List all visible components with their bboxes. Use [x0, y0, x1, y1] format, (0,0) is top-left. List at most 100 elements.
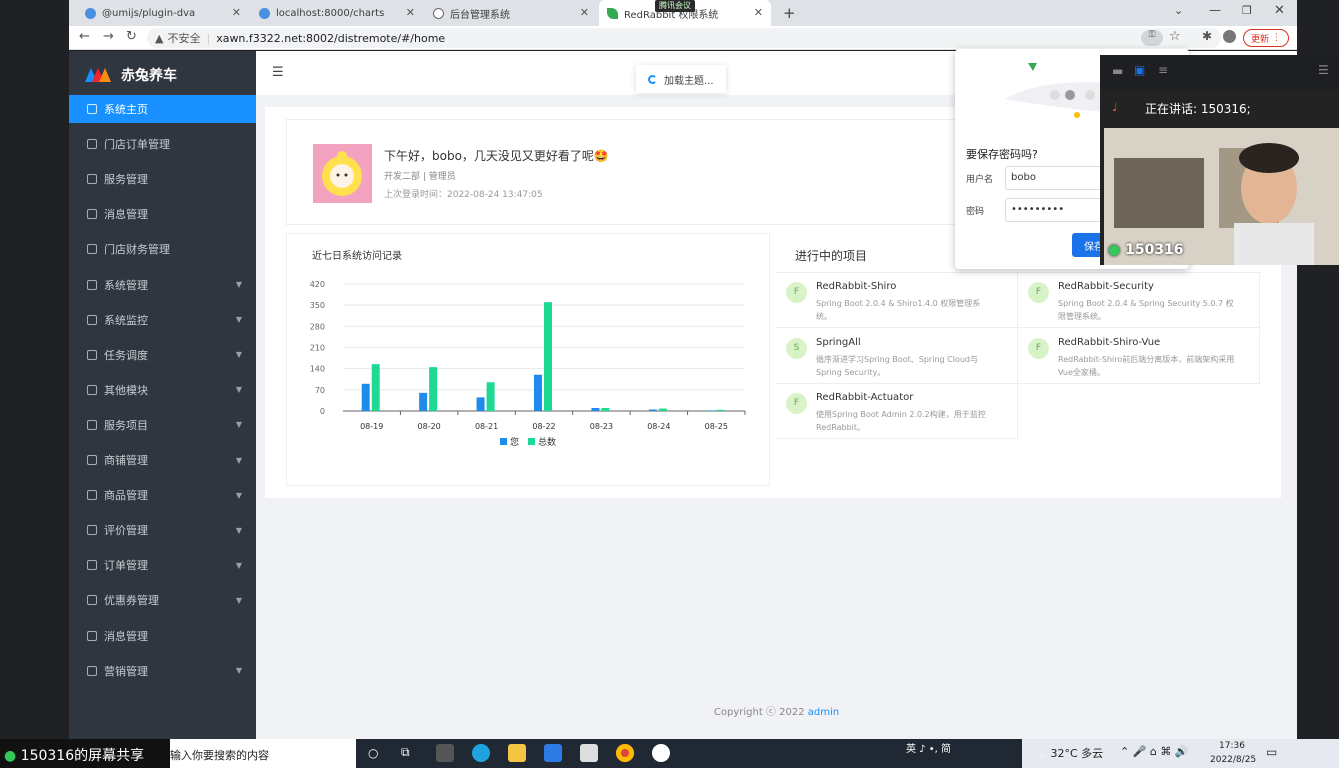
- project-name[interactable]: RedRabbit-Shiro: [816, 281, 896, 292]
- key-icon[interactable]: ⚿: [1141, 30, 1163, 46]
- project-item[interactable]: F RedRabbit-Security Spring Boot 2.0.4 & S…: [1018, 273, 1260, 328]
- minimize-icon[interactable]: ▬: [1112, 64, 1123, 78]
- project-item[interactable]: F RedRabbit-Actuator 使用Spring Boot Admin 2…: [776, 384, 1018, 439]
- close-tab-icon[interactable]: ✕: [580, 6, 589, 19]
- clock-date[interactable]: 2022/8/25: [1210, 755, 1256, 765]
- sidebar-item[interactable]: 其他模块 ▼: [69, 376, 256, 404]
- security-label[interactable]: 不安全: [167, 30, 200, 46]
- taskbar-search-input[interactable]: 输入你要搜索的内容: [170, 739, 356, 768]
- project-name[interactable]: SpringAll: [816, 337, 861, 348]
- sidebar-item[interactable]: 评价管理 ▼: [69, 516, 256, 544]
- project-item[interactable]: F RedRabbit-Shiro-Vue RedRabbit-Shiro前后端分离…: [1018, 328, 1260, 384]
- browser-tab[interactable]: 后台管理系统 ✕: [425, 0, 597, 26]
- clock-time[interactable]: 17:36: [1219, 741, 1245, 751]
- sidebar-item[interactable]: 优惠券管理 ▼: [69, 586, 256, 614]
- close-window-icon[interactable]: ✕: [1274, 3, 1285, 18]
- avatar-image: [322, 151, 362, 196]
- tab-favicon-icon: [259, 7, 270, 19]
- link-app-icon[interactable]: [652, 744, 670, 762]
- sidebar-item[interactable]: 服务项目 ▼: [69, 411, 256, 439]
- restore-icon[interactable]: ❐: [1242, 4, 1252, 17]
- sidebar-item[interactable]: 订单管理 ▼: [69, 551, 256, 579]
- task-view-icon[interactable]: ⧉: [401, 745, 410, 760]
- close-tab-icon[interactable]: ✕: [232, 6, 241, 19]
- project-name[interactable]: RedRabbit-Shiro-Vue: [1058, 337, 1160, 348]
- app-logo[interactable]: 赤兔养车: [85, 65, 177, 85]
- project-item[interactable]: F RedRabbit-Shiro Spring Boot 2.0.4 & Shir…: [776, 273, 1018, 328]
- chevron-down-icon: ▼: [235, 315, 242, 325]
- extensions-icon[interactable]: ✱: [1202, 29, 1212, 43]
- browser-tab[interactable]: @umijs/plugin-dva ✕: [77, 0, 249, 26]
- mic-icon: ●: [4, 748, 17, 764]
- profile-avatar-icon[interactable]: [1223, 30, 1236, 43]
- y-tick-label: 70: [315, 386, 325, 395]
- sidebar-item[interactable]: 系统管理 ▼: [69, 271, 256, 299]
- weather[interactable]: ☁ 32°C 多云: [1036, 745, 1103, 761]
- x-tick-label: 08-25: [705, 422, 728, 431]
- close-tab-icon[interactable]: ✕: [406, 6, 415, 19]
- sidebar-item[interactable]: 商铺管理 ▼: [69, 446, 256, 474]
- bar: [429, 367, 438, 411]
- copyright-link[interactable]: admin: [808, 707, 839, 718]
- app-icon[interactable]: [436, 744, 454, 762]
- tab-search-icon[interactable]: ⌄: [1174, 4, 1183, 17]
- forward-icon[interactable]: →: [103, 29, 114, 44]
- reload-icon[interactable]: ↻: [126, 29, 137, 44]
- notes-icon[interactable]: [580, 744, 598, 762]
- minimize-icon[interactable]: —: [1209, 3, 1221, 17]
- participant-video[interactable]: ● 150316: [1104, 128, 1339, 265]
- sidebar-item-label: 系统主页: [104, 103, 148, 116]
- project-name[interactable]: RedRabbit-Actuator: [816, 392, 913, 403]
- sidebar-item[interactable]: 门店财务管理: [69, 235, 256, 263]
- edge-icon[interactable]: [472, 744, 490, 762]
- project-desc: 循序渐进学习Spring Boot、Spring Cloud与Spring Se…: [816, 354, 978, 377]
- avatar[interactable]: [313, 144, 372, 203]
- ime-indicator[interactable]: 英 ♪ •, 简: [906, 740, 951, 755]
- sidebar-item[interactable]: 系统监控 ▼: [69, 306, 256, 334]
- project-desc: Spring Boot 2.0.4 & Spring Security 5.0.…: [1058, 299, 1234, 321]
- copyright-text: Copyright ⓒ 2022: [713, 707, 808, 718]
- close-tab-icon[interactable]: ✕: [754, 6, 763, 19]
- menu-item-icon: [87, 244, 97, 255]
- sidebar-item[interactable]: 消息管理: [69, 622, 256, 650]
- project-desc: RedRabbit-Shiro前后端分离版本，前端架构采用Vue全家桶。: [1058, 354, 1235, 377]
- update-button[interactable]: 更新 ⋮: [1243, 29, 1289, 47]
- sidebar-item[interactable]: 系统主页: [69, 95, 256, 123]
- chrome-icon[interactable]: [616, 744, 634, 762]
- notification-icon[interactable]: ▭: [1266, 745, 1277, 759]
- sidebar-item[interactable]: 门店订单管理: [69, 130, 256, 158]
- sidebar-item[interactable]: 商品管理 ▼: [69, 481, 256, 509]
- chevron-down-icon: ▼: [235, 350, 242, 360]
- new-tab-icon[interactable]: +: [783, 4, 796, 22]
- project-name[interactable]: RedRabbit-Security: [1058, 281, 1154, 292]
- back-icon[interactable]: ←: [79, 29, 90, 44]
- bar: [476, 397, 485, 411]
- tray-icons[interactable]: ⌃ 🎤 ⌂ ⌘ 🔊: [1120, 745, 1189, 758]
- collapse-menu-icon[interactable]: ☰: [272, 65, 284, 80]
- tencent-meeting-tag: 腾讯会议: [655, 0, 695, 12]
- list-icon[interactable]: ≡: [1158, 63, 1168, 77]
- photos-icon[interactable]: [544, 744, 562, 762]
- folder-icon[interactable]: [508, 744, 526, 762]
- browser-tab[interactable]: localhost:8000/charts ✕: [251, 0, 423, 26]
- footer: Copyright ⓒ 2022 admin: [256, 703, 1297, 718]
- sidebar-item[interactable]: 任务调度 ▼: [69, 341, 256, 369]
- x-tick-label: 08-20: [418, 422, 441, 431]
- browser-tab-bar: @umijs/plugin-dva ✕ localhost:8000/chart…: [69, 0, 1297, 26]
- menu-icon[interactable]: ☰: [1318, 63, 1329, 77]
- chevron-down-icon: ▼: [235, 455, 242, 465]
- project-initial-avatar: F: [786, 282, 807, 303]
- sidebar-item[interactable]: 营销管理 ▼: [69, 657, 256, 685]
- menu-item-icon: [87, 384, 97, 395]
- star-icon[interactable]: ☆: [1169, 29, 1181, 44]
- url-text[interactable]: xawn.f3322.net:8002/distremote/#/home: [216, 32, 445, 45]
- omnibox[interactable]: ▲ 不安全 | xawn.f3322.net:8002/distremote/#…: [147, 28, 1221, 48]
- menu-item-icon: [87, 595, 97, 606]
- cortana-icon[interactable]: ○: [368, 746, 378, 760]
- layout-icon[interactable]: ▣: [1134, 63, 1145, 77]
- chart-title: 近七日系统访问记录: [312, 251, 402, 262]
- sidebar-item[interactable]: 服务管理: [69, 165, 256, 193]
- sidebar-item-label: 服务项目: [104, 418, 148, 432]
- project-item[interactable]: S SpringAll 循序渐进学习Spring Boot、Spring Cloud…: [776, 328, 1018, 384]
- sidebar-item[interactable]: 消息管理: [69, 200, 256, 228]
